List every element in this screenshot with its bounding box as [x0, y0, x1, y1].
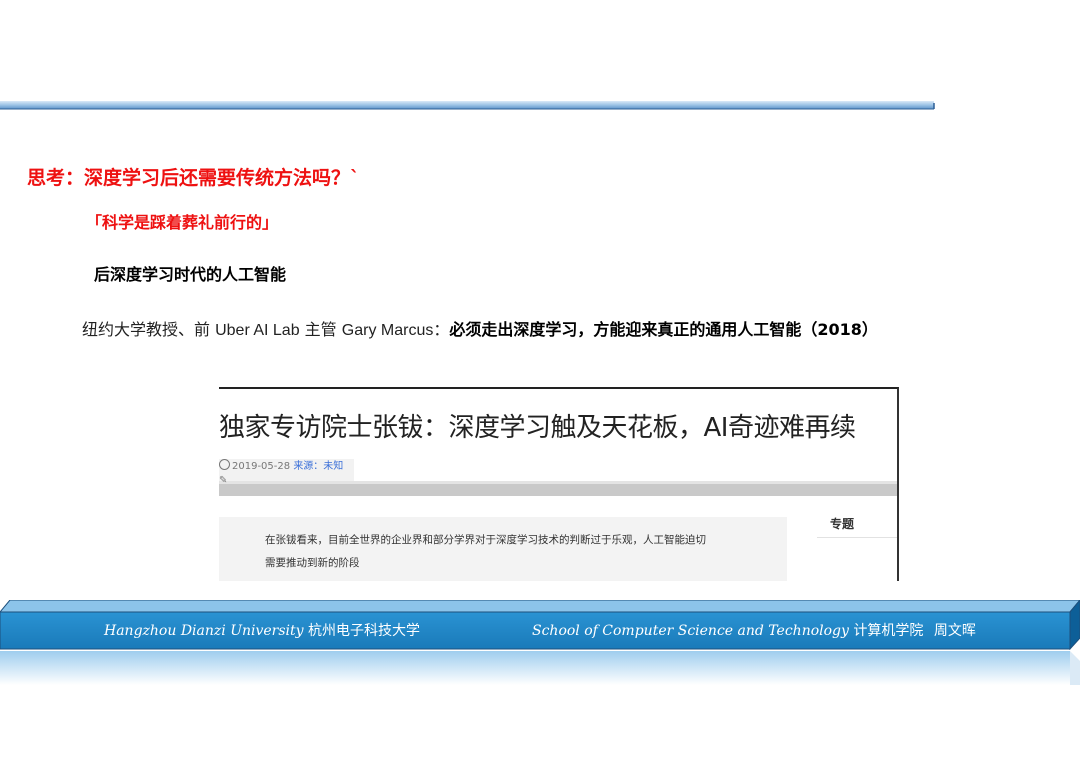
article-meta: 2019-05-28 来源：未知 ✎: [219, 459, 354, 486]
statement-prefix-cn1: 纽约大学教授、前: [82, 320, 216, 339]
footer-author: 周文晖: [933, 623, 976, 639]
footer-school-en: School of Computer Science and Technolog…: [532, 623, 849, 639]
article-sidebar-label: 专题: [830, 517, 855, 531]
article-headline: 独家专访院士张钹：深度学习触及天花板，AI奇迹难再续: [219, 413, 856, 443]
statement-prefix-en1: Uber AI Lab: [215, 322, 300, 339]
footer-school: School of Computer Science and Technolog…: [532, 620, 976, 640]
top-divider: [0, 101, 935, 110]
pencil-icon: ✎: [219, 475, 228, 486]
slide-subheading: 后深度学习时代的人工智能: [94, 265, 287, 284]
footer-reflection: [0, 651, 1080, 685]
slide-title: 思考：深度学习后还需要传统方法吗？`: [27, 167, 360, 189]
article-body-line-1: 在张钹看来，目前全世界的企业界和部分学界对于深度学习技术的判断过于乐观，人工智能…: [265, 534, 706, 546]
footer-university-en: Hangzhou Dianzi University: [104, 623, 304, 639]
footer-university: Hangzhou Dianzi University 杭州电子科技大学: [104, 620, 420, 640]
article-body-line-2: 需要推动到新的阶段: [265, 557, 360, 569]
article-divider-bar: [219, 484, 897, 496]
statement-bold: 必须走出深度学习，方能迎来真正的通用人工智能（2018）: [449, 320, 878, 339]
article-screenshot: 独家专访院士张钹：深度学习触及天花板，AI奇迹难再续 2019-05-28 来源…: [219, 387, 899, 581]
footer-university-cn: 杭州电子科技大学: [308, 623, 421, 639]
statement-line: 纽约大学教授、前 Uber AI Lab 主管 Gary Marcus：必须走出…: [82, 316, 878, 340]
article-sidebar-divider: [817, 537, 897, 538]
article-date: 2019-05-28: [232, 461, 291, 472]
clock-icon: [219, 459, 230, 470]
slide-quote: 「科学是踩着葬礼前行的」: [86, 213, 279, 232]
statement-prefix-en2: Gary Marcus：: [341, 322, 450, 339]
article-summary: 在张钹看来，目前全世界的企业界和部分学界对于深度学习技术的判断过于乐观，人工智能…: [219, 517, 787, 581]
footer-school-cn: 计算机学院: [853, 623, 924, 639]
article-source: 来源：未知: [293, 461, 344, 472]
statement-prefix-cn2: 主管: [299, 320, 342, 339]
